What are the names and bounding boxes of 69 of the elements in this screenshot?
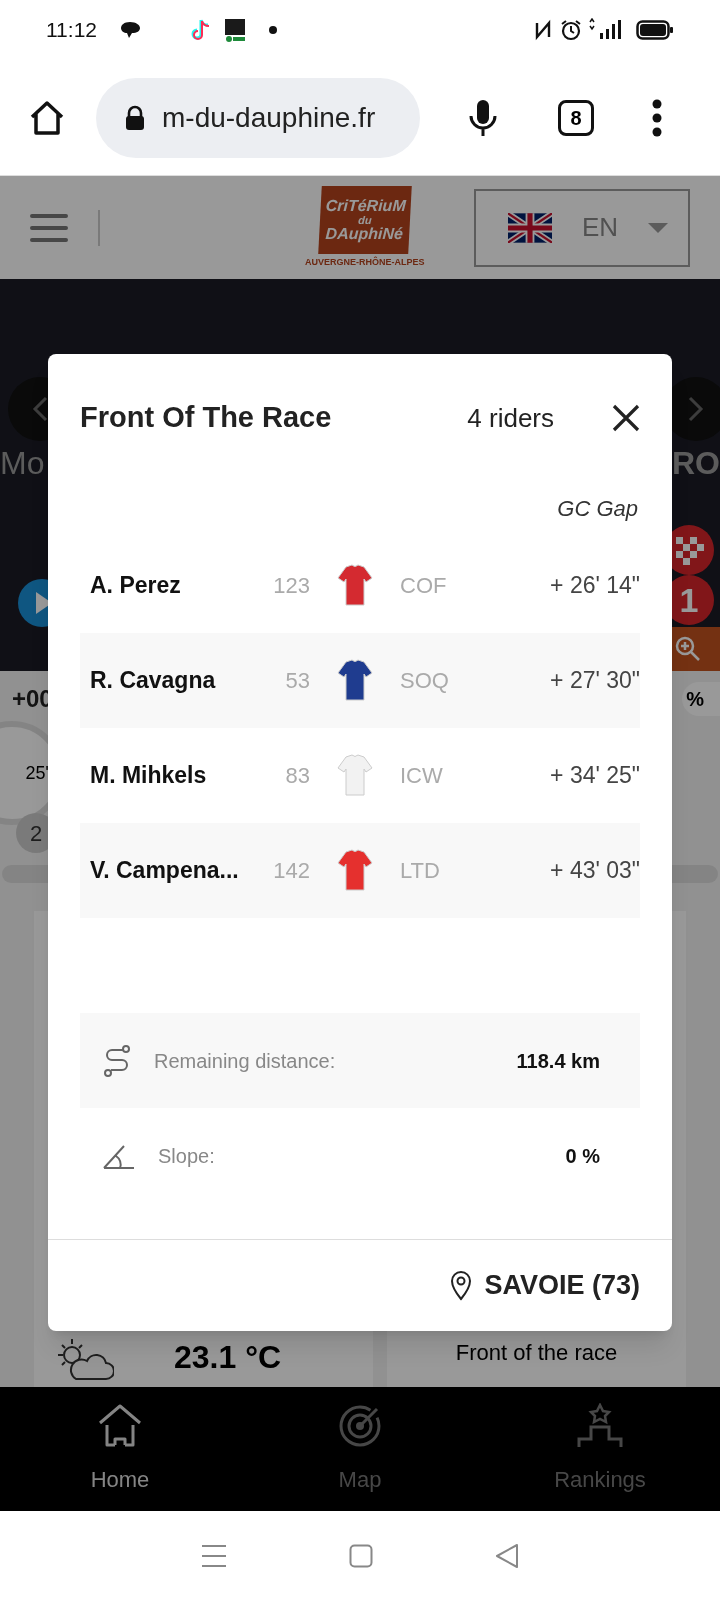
jersey-icon — [336, 848, 374, 893]
menu-icon[interactable] — [30, 211, 68, 244]
location-text: SAVOIE (73) — [484, 1269, 640, 1303]
gc-gap: + 26' 14" — [550, 571, 640, 601]
rider-name: A. Perez — [90, 571, 182, 601]
home-square-icon[interactable] — [349, 1543, 373, 1568]
podium-icon — [577, 1402, 623, 1449]
rider-name: V. Campena... — [90, 856, 240, 886]
home-icon[interactable] — [28, 98, 66, 137]
gc-gap: + 34' 25" — [550, 761, 640, 791]
app-logo-icon — [223, 17, 247, 43]
bib-number: 83 — [284, 762, 310, 790]
bib-number: 142 — [272, 857, 310, 885]
column-header: GC Gap — [557, 494, 638, 523]
status-time: 11:12 — [46, 17, 97, 44]
stat-label: Remaining distance: — [154, 1048, 336, 1074]
logo-badge[interactable]: CriTéRiuM du DAuphiNé — [317, 185, 412, 254]
stat-label: Slope: — [158, 1143, 215, 1169]
rider-count: 4 riders — [467, 401, 554, 435]
rider-row[interactable]: V. Campena... 142 LTD + 43' 03" — [80, 823, 640, 918]
mobile-signal-icon — [588, 18, 624, 42]
gc-gap: + 43' 03" — [550, 856, 640, 886]
route-icon — [102, 1043, 132, 1078]
bib-number: 123 — [272, 572, 310, 600]
bib-number: 53 — [284, 667, 310, 695]
more-menu-icon[interactable] — [652, 97, 662, 138]
nfc-icon — [534, 19, 552, 41]
lock-icon — [124, 104, 146, 131]
alarm-icon — [560, 19, 582, 41]
microphone-icon[interactable] — [468, 97, 498, 138]
chat-bubble-icon — [119, 20, 141, 40]
dot-icon — [269, 26, 277, 34]
close-button[interactable] — [610, 402, 642, 434]
caret-icon — [648, 221, 669, 234]
rider-row[interactable]: R. Cavagna 53 SOQ + 27' 30" — [80, 633, 640, 728]
nav-tab[interactable]: Home — [0, 1387, 240, 1511]
logo-subtitle: AUVERGNE-RHÔNE-ALPES — [305, 255, 425, 269]
stage-label: Mo — [0, 444, 45, 483]
menu-icon[interactable] — [201, 1543, 227, 1568]
temperature: 23.1 °C — [174, 1338, 282, 1377]
location-pin-icon — [450, 1270, 473, 1301]
rider-name: R. Cavagna — [90, 666, 217, 696]
jersey-icon — [336, 658, 374, 703]
back-icon[interactable] — [495, 1542, 519, 1569]
address-bar[interactable]: m-du-dauphine.fr — [96, 77, 420, 158]
percent-value: % — [682, 682, 720, 716]
team-code: SOQ — [400, 667, 449, 695]
tab-count-button[interactable]: 8 — [558, 99, 594, 136]
chevron-right-icon — [688, 396, 704, 422]
jersey-icon — [336, 563, 374, 608]
uk-flag-icon — [508, 212, 552, 243]
team-code: ICW — [400, 762, 443, 790]
stat-value: 118.4 km — [516, 1048, 600, 1074]
battery-icon — [636, 19, 674, 41]
card-label: Front of the race — [455, 1339, 618, 1367]
home-icon — [97, 1402, 143, 1449]
team-code: LTD — [400, 857, 440, 885]
url-text: m-du-dauphine.fr — [162, 100, 376, 135]
gc-gap: + 27' 30" — [550, 666, 640, 696]
zoom-in-icon[interactable] — [674, 635, 702, 663]
close-icon — [611, 403, 641, 433]
stage-label: RO — [672, 444, 720, 483]
dialog-title: Front Of The Race — [80, 400, 332, 436]
stat-value: 0 % — [565, 1143, 600, 1169]
chevron-left-icon — [32, 396, 48, 422]
music-note-icon — [189, 18, 211, 42]
team-code: COF — [400, 572, 447, 600]
rider-name: M. Mihkels — [90, 761, 208, 791]
jersey-icon — [336, 753, 374, 798]
